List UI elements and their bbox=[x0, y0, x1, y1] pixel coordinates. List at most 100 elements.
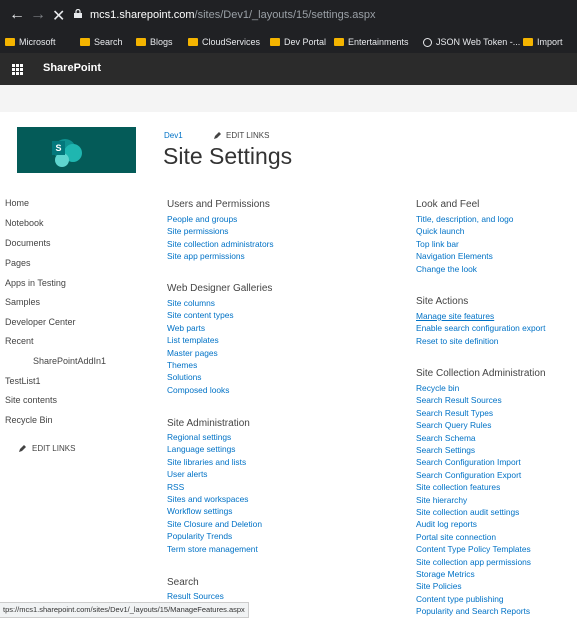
bookmark-dev-portal[interactable]: Dev Portal bbox=[270, 37, 326, 47]
settings-link[interactable]: Reset to site definition bbox=[416, 336, 498, 346]
settings-link[interactable]: Regional settings bbox=[167, 432, 231, 442]
nav-item-sharepointaddin1[interactable]: SharePointAddIn1 bbox=[33, 356, 106, 366]
folder-icon bbox=[523, 38, 533, 46]
bookmark-import[interactable]: Import bbox=[523, 37, 563, 47]
app-launcher-icon[interactable] bbox=[12, 64, 23, 75]
bookmark-blogs[interactable]: Blogs bbox=[136, 37, 173, 47]
settings-link[interactable]: Site columns bbox=[167, 298, 215, 308]
browser-address-bar: ← → ✕ mcs1.sharepoint.com/sites/Dev1/_la… bbox=[0, 0, 577, 32]
settings-link[interactable]: Site app permissions bbox=[167, 251, 245, 261]
close-icon[interactable]: ✕ bbox=[52, 6, 65, 26]
settings-link[interactable]: Search Settings bbox=[416, 445, 475, 455]
section-title: Site Actions bbox=[416, 296, 469, 307]
settings-link[interactable]: Site collection administrators bbox=[167, 239, 274, 249]
nav-item-samples[interactable]: Samples bbox=[5, 297, 40, 307]
settings-link[interactable]: Navigation Elements bbox=[416, 251, 493, 261]
settings-link[interactable]: Site Policies bbox=[416, 581, 462, 591]
settings-link[interactable]: Search Schema bbox=[416, 433, 476, 443]
bookmark-json-web-token[interactable]: JSON Web Token -... bbox=[423, 37, 520, 47]
nav-item-site-contents[interactable]: Site contents bbox=[5, 395, 57, 405]
settings-link[interactable]: Site permissions bbox=[167, 226, 228, 236]
settings-link[interactable]: Themes bbox=[167, 360, 197, 370]
settings-link[interactable]: Site collection app permissions bbox=[416, 557, 531, 567]
back-icon[interactable]: ← bbox=[9, 6, 25, 24]
folder-icon bbox=[80, 38, 90, 46]
nav-item-recycle-bin[interactable]: Recycle Bin bbox=[5, 415, 53, 425]
forward-icon[interactable]: → bbox=[30, 6, 46, 24]
ribbon-bar bbox=[0, 85, 577, 112]
settings-link[interactable]: Recycle bin bbox=[416, 383, 459, 393]
edit-links-label: EDIT LINKS bbox=[226, 131, 270, 140]
bookmarks-bar: Microsoft Search Blogs CloudServices Dev… bbox=[0, 32, 577, 53]
settings-link[interactable]: Site hierarchy bbox=[416, 495, 467, 505]
breadcrumb[interactable]: Dev1 bbox=[164, 131, 183, 140]
url-field[interactable]: mcs1.sharepoint.com/sites/Dev1/_layouts/… bbox=[90, 9, 376, 21]
pencil-icon bbox=[214, 132, 221, 139]
settings-link[interactable]: Site collection features bbox=[416, 482, 500, 492]
nav-item-developer-center[interactable]: Developer Center bbox=[5, 317, 76, 327]
settings-link[interactable]: List templates bbox=[167, 335, 219, 345]
nav-item-recent: Recent bbox=[5, 336, 34, 346]
url-path: /sites/Dev1/_layouts/15/settings.aspx bbox=[194, 9, 376, 21]
settings-link[interactable]: Site collection audit settings bbox=[416, 507, 519, 517]
settings-link[interactable]: Storage Metrics bbox=[416, 569, 475, 579]
settings-link[interactable]: Web parts bbox=[167, 323, 205, 333]
bookmark-microsoft[interactable]: Microsoft bbox=[5, 37, 56, 47]
bookmark-label: Microsoft bbox=[19, 37, 56, 47]
section-title: Look and Feel bbox=[416, 199, 480, 210]
settings-link[interactable]: RSS bbox=[167, 482, 184, 492]
settings-link[interactable]: Content type publishing bbox=[416, 594, 504, 604]
settings-link[interactable]: Portal site connection bbox=[416, 532, 496, 542]
nav-item-notebook[interactable]: Notebook bbox=[5, 218, 44, 228]
settings-link[interactable]: People and groups bbox=[167, 214, 237, 224]
nav-item-testlist1[interactable]: TestList1 bbox=[5, 376, 41, 386]
edit-links-label: EDIT LINKS bbox=[32, 444, 76, 453]
nav-item-pages[interactable]: Pages bbox=[5, 258, 31, 268]
settings-link[interactable]: Term store management bbox=[167, 544, 258, 554]
bookmark-label: Search bbox=[94, 37, 123, 47]
settings-link[interactable]: Language settings bbox=[167, 444, 235, 454]
folder-icon bbox=[5, 38, 15, 46]
settings-link[interactable]: Manage site features bbox=[416, 311, 494, 321]
settings-link[interactable]: Sites and workspaces bbox=[167, 494, 248, 504]
settings-link[interactable]: Popularity and Search Reports bbox=[416, 606, 530, 616]
settings-link[interactable]: Site Closure and Deletion bbox=[167, 519, 262, 529]
nav-item-documents[interactable]: Documents bbox=[5, 238, 51, 248]
edit-links-top[interactable]: EDIT LINKS bbox=[213, 131, 269, 140]
url-host: mcs1.sharepoint.com bbox=[90, 9, 195, 21]
folder-icon bbox=[270, 38, 280, 46]
site-logo[interactable]: S bbox=[17, 127, 136, 173]
settings-link[interactable]: Result Sources bbox=[167, 591, 224, 601]
nav-item-apps-in-testing[interactable]: Apps in Testing bbox=[5, 278, 66, 288]
section-title: Site Collection Administration bbox=[416, 368, 546, 379]
settings-link[interactable]: Search Result Types bbox=[416, 408, 493, 418]
settings-link[interactable]: User alerts bbox=[167, 469, 208, 479]
suite-brand[interactable]: SharePoint bbox=[43, 62, 101, 74]
bookmark-search[interactable]: Search bbox=[80, 37, 123, 47]
pencil-icon bbox=[19, 445, 26, 452]
settings-link[interactable]: Site libraries and lists bbox=[167, 457, 246, 467]
settings-link[interactable]: Composed looks bbox=[167, 385, 229, 395]
settings-link[interactable]: Change the look bbox=[416, 264, 477, 274]
bookmark-entertainments[interactable]: Entertainments bbox=[334, 37, 409, 47]
settings-link[interactable]: Site content types bbox=[167, 310, 234, 320]
settings-link[interactable]: Quick launch bbox=[416, 226, 464, 236]
settings-link[interactable]: Enable search configuration export bbox=[416, 323, 545, 333]
settings-link[interactable]: Master pages bbox=[167, 348, 218, 358]
settings-link[interactable]: Title, description, and logo bbox=[416, 214, 513, 224]
settings-link[interactable]: Audit log reports bbox=[416, 519, 477, 529]
settings-link[interactable]: Workflow settings bbox=[167, 506, 232, 516]
section-title: Site Administration bbox=[167, 418, 250, 429]
settings-link[interactable]: Solutions bbox=[167, 372, 201, 382]
section-title: Search bbox=[167, 577, 199, 588]
settings-link[interactable]: Top link bar bbox=[416, 239, 459, 249]
settings-link[interactable]: Search Configuration Import bbox=[416, 457, 521, 467]
settings-link[interactable]: Popularity Trends bbox=[167, 531, 232, 541]
edit-links-nav[interactable]: EDIT LINKS bbox=[18, 444, 75, 453]
bookmark-cloudservices[interactable]: CloudServices bbox=[188, 37, 260, 47]
nav-item-home[interactable]: Home bbox=[5, 198, 29, 208]
settings-link[interactable]: Search Result Sources bbox=[416, 395, 502, 405]
settings-link[interactable]: Content Type Policy Templates bbox=[416, 544, 531, 554]
settings-link[interactable]: Search Configuration Export bbox=[416, 470, 521, 480]
settings-link[interactable]: Search Query Rules bbox=[416, 420, 491, 430]
